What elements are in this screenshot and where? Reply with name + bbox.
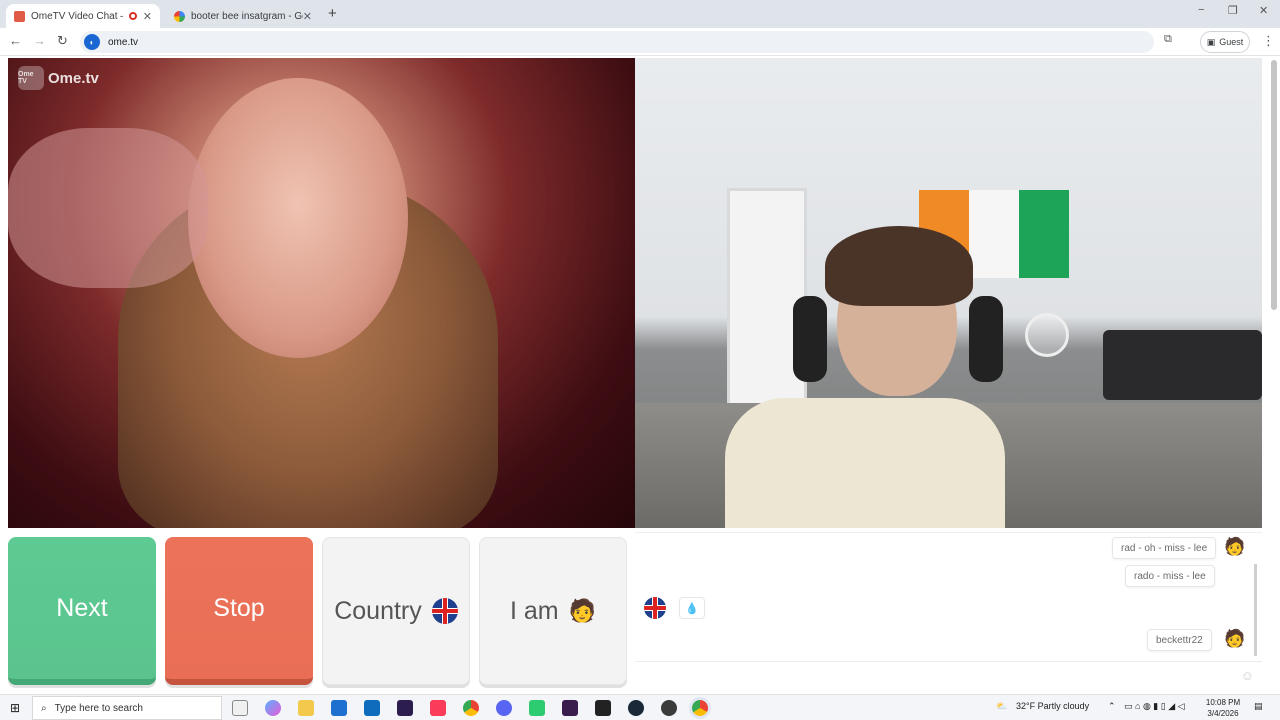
recording-indicator-icon — [128, 12, 137, 20]
partner-gender-chip: 💧 — [679, 597, 705, 619]
tab-title: OmeTV Video Chat — Ome — [31, 10, 123, 22]
user-avatar-icon: 🧑 — [1224, 629, 1246, 648]
google-favicon-icon — [174, 10, 185, 22]
weather-text[interactable]: 32°F Partly cloudy — [1016, 701, 1089, 711]
system-clock[interactable]: 10:08 PM 3/4/2026 — [1200, 697, 1246, 719]
browser-tab-bar: OmeTV Video Chat — Ome ✕ booter bee insa… — [0, 0, 1280, 28]
game-app-icon[interactable] — [529, 700, 545, 716]
chat-message-input[interactable]: ☺ — [635, 661, 1262, 689]
browser-toolbar: ← → ↻ ◐ ome.tv ⧉ ▣ Guest ⋮ — [0, 28, 1280, 56]
clock-date: 3/4/2026 — [1207, 709, 1239, 718]
headphone-right — [969, 296, 1003, 382]
red-haired-boy-icon: 🧑 — [568, 598, 597, 623]
weather-icon[interactable]: ⛅ — [996, 701, 1007, 712]
page-scrollbar[interactable] — [1271, 60, 1277, 310]
minimize-button[interactable]: − — [1198, 4, 1204, 16]
gender-button[interactable]: I am 🧑 — [479, 537, 627, 685]
stranger-video: Ome TV Ome.tv — [8, 58, 635, 528]
person-icon: ▣ — [1206, 36, 1216, 47]
file-explorer-icon[interactable] — [298, 700, 314, 716]
profile-label: Guest — [1219, 37, 1244, 47]
chat-panel: rad - oh - miss - lee 🧑 rado - miss - le… — [635, 532, 1262, 688]
stranger-face — [188, 78, 408, 358]
store-icon[interactable] — [331, 700, 347, 716]
background-bed — [1103, 330, 1262, 400]
stop-button[interactable]: Stop — [165, 537, 313, 685]
windows-start-icon[interactable]: ⊞ — [10, 701, 20, 715]
back-arrow-icon[interactable]: ← — [9, 33, 22, 48]
uk-flag-icon — [644, 597, 666, 619]
iam-label: I am — [509, 596, 559, 625]
headphone-left — [793, 296, 827, 382]
taskbar-search-box[interactable]: ⌕ Type here to search — [32, 696, 222, 720]
shooter-game-icon[interactable] — [661, 700, 677, 716]
chat-message: rad - oh - miss - lee — [1112, 537, 1217, 559]
steam-icon[interactable] — [628, 700, 644, 716]
partner-country-flag — [644, 597, 666, 624]
ometv-favicon-icon — [14, 10, 25, 22]
windows-taskbar: ⊞ ⌕ Type here to search ⛅ 32°F Partly cl… — [0, 694, 1280, 720]
cast-icon[interactable]: ⧉ — [1164, 33, 1172, 46]
tray-chevron-icon[interactable]: ⌃ — [1108, 701, 1116, 712]
background-fan — [1025, 313, 1069, 357]
chat-message-text: rad - oh - miss - lee — [1121, 542, 1208, 554]
ometv-logo-text: Ome.tv — [48, 69, 99, 87]
clock-time: 10:08 PM — [1205, 698, 1241, 707]
next-button[interactable]: Next — [8, 537, 156, 685]
tab-ometv[interactable]: OmeTV Video Chat — Ome ✕ — [6, 4, 160, 28]
maximize-button[interactable]: ❐ — [1228, 4, 1238, 17]
user-avatar-icon: 🧑 — [1224, 537, 1246, 556]
country-label: Country — [334, 596, 422, 625]
tab-title: booter bee insatgram - Google — [191, 10, 303, 22]
outlook-icon[interactable] — [364, 700, 380, 716]
close-window-button[interactable]: ✕ — [1259, 4, 1268, 17]
next-label: Next — [56, 593, 108, 622]
site-info-icon[interactable]: ◐ — [84, 34, 100, 50]
stranger-hand — [8, 128, 208, 288]
self-hair — [825, 226, 973, 306]
discord-icon[interactable] — [496, 700, 512, 716]
notifications-icon[interactable]: ▤ — [1254, 701, 1263, 712]
media-app-icon[interactable] — [562, 700, 578, 716]
close-tab-icon[interactable]: ✕ — [303, 10, 312, 23]
tab-google-search[interactable]: booter bee insatgram - Google ✕ — [166, 4, 320, 28]
chat-message: beckettr22 — [1147, 629, 1212, 651]
water-drop-icon: 💧 — [685, 602, 699, 615]
emoji-picker-icon[interactable]: ☺ — [1241, 668, 1254, 683]
chrome-active-icon[interactable] — [692, 700, 708, 716]
taskbar-search-placeholder: Type here to search — [54, 702, 143, 714]
uk-flag-icon — [431, 598, 458, 624]
chat-scrollbar[interactable] — [1254, 564, 1257, 656]
self-shirt — [725, 398, 1005, 528]
chat-message: rado - miss - lee — [1125, 565, 1215, 587]
chat-message-text: beckettr22 — [1156, 634, 1203, 646]
profile-button[interactable]: ▣ Guest — [1200, 31, 1250, 53]
url-text: ome.tv — [108, 36, 139, 48]
task-view-icon[interactable] — [232, 700, 248, 716]
ometv-logo-badge: Ome TV — [18, 66, 44, 90]
chat-message-text: rado - miss - lee — [1134, 570, 1206, 582]
reload-icon[interactable]: ↻ — [57, 33, 68, 49]
epic-games-icon[interactable] — [595, 700, 611, 716]
close-tab-icon[interactable]: ✕ — [143, 10, 152, 23]
self-video — [635, 58, 1262, 528]
address-bar[interactable]: ◐ ome.tv — [80, 31, 1154, 53]
stop-label: Stop — [213, 593, 265, 622]
ometv-page: Ome TV Ome.tv Next Stop Country I am 🧑 r… — [0, 56, 1280, 688]
next-app-icon[interactable] — [397, 700, 413, 716]
search-icon: ⌕ — [41, 702, 47, 714]
music-icon[interactable] — [430, 700, 446, 716]
menu-kebab-icon[interactable]: ⋮ — [1262, 33, 1275, 49]
forward-arrow-icon[interactable]: → — [33, 33, 46, 48]
new-tab-button[interactable]: + — [328, 5, 337, 22]
ometv-logo: Ome TV Ome.tv — [18, 66, 99, 90]
country-button[interactable]: Country — [322, 537, 470, 685]
tray-icons[interactable]: ▭ ⌂ ◍ ▮ ▯ ◢ ◁ — [1124, 701, 1185, 712]
chrome-icon[interactable] — [463, 700, 479, 716]
copilot-icon[interactable] — [265, 700, 281, 716]
